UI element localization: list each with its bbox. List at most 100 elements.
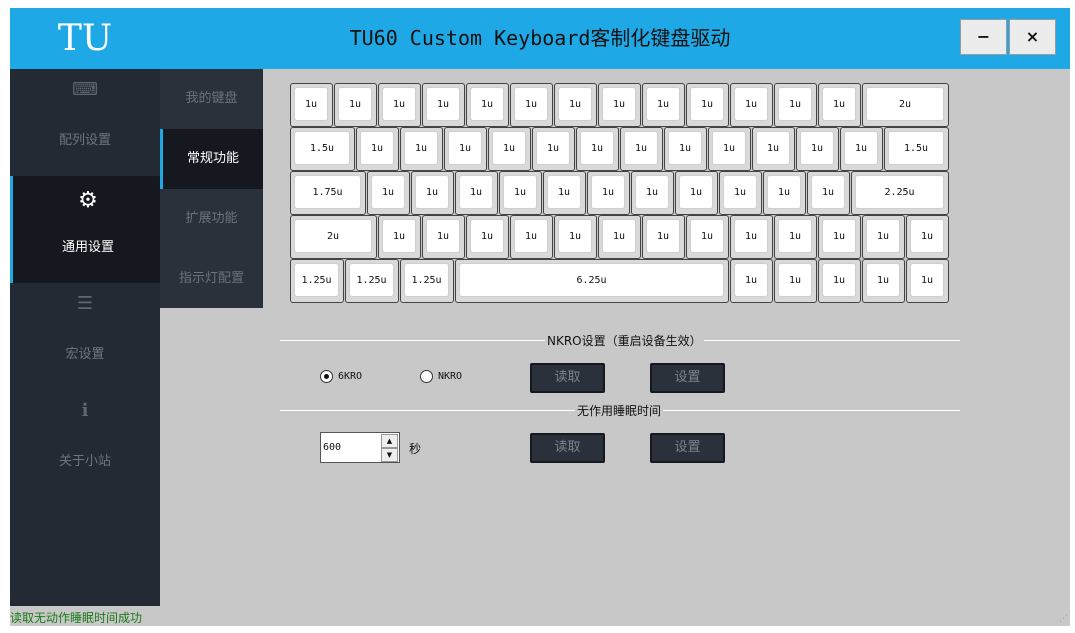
nkro-read-button[interactable]: 读取 — [530, 363, 605, 393]
keyboard-key[interactable]: 2u — [862, 83, 949, 127]
keyboard-key[interactable]: 1u — [444, 127, 487, 171]
keyboard-key[interactable]: 1u — [818, 83, 861, 127]
list-icon: ☰ — [76, 293, 94, 314]
keyboard-key[interactable]: 1u — [455, 171, 498, 215]
keyboard-key[interactable]: 1u — [664, 127, 707, 171]
keyboard-key[interactable]: 1u — [631, 171, 674, 215]
sleep-set-button[interactable]: 设置 — [650, 433, 725, 463]
keyboard-key[interactable]: 1u — [774, 215, 817, 259]
keyboard-key[interactable]: 1u — [862, 259, 905, 303]
keyboard-key[interactable]: 1u — [466, 83, 509, 127]
keyboard-key[interactable]: 1u — [543, 171, 586, 215]
keyboard-key[interactable]: 1u — [620, 127, 663, 171]
keyboard-key[interactable]: 1u — [378, 83, 421, 127]
key-label: 1u — [634, 142, 648, 154]
keyboard-key[interactable]: 1u — [411, 171, 454, 215]
subnav-item-my-keyboard[interactable]: 我的键盘 — [160, 69, 263, 129]
keyboard-key[interactable]: 1u — [510, 83, 553, 127]
keyboard-key[interactable]: 1u — [466, 215, 509, 259]
subnav-item-general-functions[interactable]: 常规功能 — [160, 129, 263, 189]
sleep-read-button[interactable]: 读取 — [530, 433, 605, 463]
keyboard-key[interactable]: 1.25u — [290, 259, 344, 303]
keyboard-key[interactable]: 1u — [587, 171, 630, 215]
keyboard-key[interactable]: 1u — [488, 127, 531, 171]
keyboard-key[interactable]: 1u — [334, 83, 377, 127]
keyboard-key[interactable]: 1u — [818, 259, 861, 303]
keyboard-key[interactable]: 1u — [510, 215, 553, 259]
keyboard-key[interactable]: 1u — [378, 215, 421, 259]
keyboard-key[interactable]: 1u — [730, 259, 773, 303]
spin-up-button[interactable]: ▲ — [381, 434, 398, 448]
keyboard-key[interactable]: 1.25u — [400, 259, 454, 303]
key-label: 1.5u — [903, 142, 929, 154]
keyboard-key[interactable]: 1u — [906, 215, 949, 259]
keyboard-key[interactable]: 1u — [499, 171, 542, 215]
key-label: 2u — [326, 230, 340, 242]
key-label: 1.25u — [356, 274, 387, 286]
resize-grip-icon[interactable]: ⋰ — [1059, 614, 1068, 624]
keyboard-key[interactable]: 1u — [774, 83, 817, 127]
keyboard-key[interactable]: 1u — [686, 83, 729, 127]
key-label: 1u — [832, 274, 846, 286]
sidebar-item-macro[interactable]: ☰ 宏设置 — [10, 283, 160, 390]
keyboard-key[interactable]: 1.5u — [290, 127, 355, 171]
nkro-set-button[interactable]: 设置 — [650, 363, 725, 393]
sleep-time-value[interactable]: 600 — [323, 433, 341, 462]
keyboard-key[interactable]: 2u — [290, 215, 377, 259]
sidebar-item-general[interactable]: ⚙ 通用设置 — [10, 176, 160, 283]
key-cap: 2u — [294, 219, 372, 253]
keyboard-key[interactable]: 1u — [840, 127, 883, 171]
keyboard-key[interactable]: 1u — [719, 171, 762, 215]
keyboard-key[interactable]: 1u — [598, 215, 641, 259]
key-cap: 1u — [558, 219, 592, 253]
keyboard-key[interactable]: 1.5u — [884, 127, 949, 171]
radio-nkro-indicator[interactable] — [420, 370, 433, 383]
key-label: 1u — [568, 98, 582, 110]
keyboard-key[interactable]: 1u — [763, 171, 806, 215]
sidebar-item-layout[interactable]: ⌨ 配列设置 — [10, 69, 160, 176]
close-button[interactable]: × — [1009, 19, 1056, 55]
spin-down-button[interactable]: ▼ — [381, 448, 398, 462]
keyboard-key[interactable]: 1u — [862, 215, 905, 259]
keyboard-key[interactable]: 1u — [554, 83, 597, 127]
keyboard-key[interactable]: 1u — [356, 127, 399, 171]
key-label: 1u — [810, 142, 824, 154]
keyboard-key[interactable]: 1u — [774, 259, 817, 303]
minimize-button[interactable]: − — [960, 19, 1007, 55]
keyboard-key[interactable]: 1u — [730, 215, 773, 259]
keyboard-key[interactable]: 1u — [906, 259, 949, 303]
sleep-time-spinbox[interactable]: 600 ▲ ▼ — [320, 432, 400, 463]
keyboard-key[interactable]: 1u — [686, 215, 729, 259]
keyboard-key[interactable]: 1u — [796, 127, 839, 171]
keyboard-key[interactable]: 1u — [554, 215, 597, 259]
keyboard-key[interactable]: 1u — [422, 215, 465, 259]
keyboard-key[interactable]: 1u — [598, 83, 641, 127]
keyboard-key[interactable]: 1u — [532, 127, 575, 171]
keyboard-key[interactable]: 1u — [730, 83, 773, 127]
radio-nkro[interactable]: NKRO — [420, 370, 462, 383]
keyboard-key[interactable]: 2.25u — [851, 171, 949, 215]
keyboard-key[interactable]: 1u — [752, 127, 795, 171]
keyboard-key[interactable]: 1u — [642, 215, 685, 259]
radio-6kro[interactable]: 6KRO — [320, 370, 362, 383]
keyboard-key[interactable]: 1u — [367, 171, 410, 215]
keyboard-key[interactable]: 1u — [576, 127, 619, 171]
gears-icon: ⚙ — [78, 188, 98, 213]
keyboard-key[interactable]: 6.25u — [455, 259, 729, 303]
key-label: 1u — [513, 186, 527, 198]
keyboard-key[interactable]: 1u — [422, 83, 465, 127]
keyboard-key[interactable]: 1.75u — [290, 171, 366, 215]
subnav-item-extended-functions[interactable]: 扩展功能 — [160, 189, 263, 249]
keyboard-key[interactable]: 1u — [807, 171, 850, 215]
keyboard-key[interactable]: 1u — [708, 127, 751, 171]
sidebar-item-about[interactable]: i 关于小站 — [10, 390, 160, 497]
subnav-item-led-config[interactable]: 指示灯配置 — [160, 249, 263, 309]
keyboard-key[interactable]: 1u — [818, 215, 861, 259]
keyboard-key[interactable]: 1u — [675, 171, 718, 215]
radio-6kro-indicator[interactable] — [320, 370, 333, 383]
keyboard-key[interactable]: 1u — [400, 127, 443, 171]
key-cap: 1u — [547, 175, 581, 209]
keyboard-key[interactable]: 1u — [642, 83, 685, 127]
keyboard-key[interactable]: 1.25u — [345, 259, 399, 303]
keyboard-key[interactable]: 1u — [290, 83, 333, 127]
